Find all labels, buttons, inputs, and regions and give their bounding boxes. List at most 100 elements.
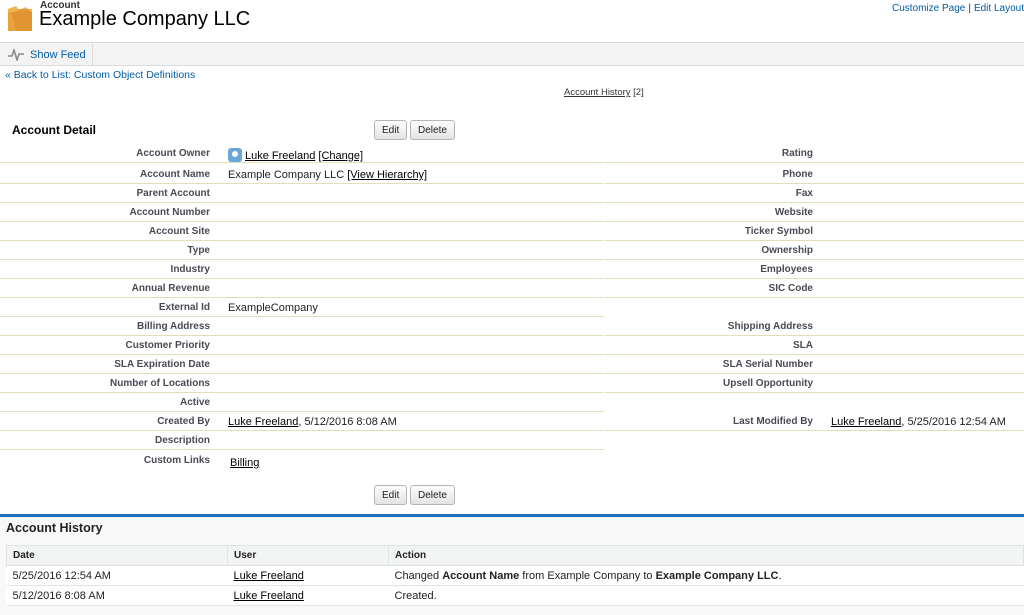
field-label: SLA Expiration Date xyxy=(114,359,210,370)
field-label: Account Owner xyxy=(136,148,210,159)
user-avatar-icon xyxy=(228,148,242,162)
billing-custom-link[interactable]: Billing xyxy=(230,457,259,469)
field-label: Upsell Opportunity xyxy=(723,378,813,389)
field-label: Billing Address xyxy=(137,321,210,332)
change-owner-link[interactable]: [Change] xyxy=(318,150,363,162)
history-action: Created. xyxy=(388,585,1024,606)
action-field-name: Account Name xyxy=(442,569,520,582)
detail-row: Billing Address Shipping Address xyxy=(0,317,1024,336)
column-header-user: User xyxy=(227,545,389,566)
account-name-value: Example Company LLC xyxy=(228,169,345,181)
history-user-link[interactable]: Luke Freeland xyxy=(234,570,304,582)
detail-row: Account Site Ticker Symbol xyxy=(0,222,1024,241)
detail-row: Annual Revenue SIC Code xyxy=(0,279,1024,298)
row-divider xyxy=(0,162,604,163)
detail-row: External Id ExampleCompany xyxy=(0,298,1024,317)
field-label: Industry xyxy=(170,264,210,275)
account-history-table: Date User Action 5/25/2016 12:54 AM Luke… xyxy=(6,545,1024,606)
detail-row: Custom Links Billing xyxy=(0,451,1024,470)
action-text: from Example Company to xyxy=(519,569,656,582)
created-by-user-link[interactable]: Luke Freeland xyxy=(228,416,298,428)
column-header-action: Action xyxy=(388,545,1024,566)
history-user-cell: Luke Freeland xyxy=(227,565,389,586)
field-value-account-name: Example Company LLC [View Hierarchy] xyxy=(228,169,427,181)
top-links: Customize Page | Edit Layout xyxy=(892,3,1024,14)
field-value-account-owner: Luke Freeland [Change] xyxy=(228,148,363,162)
account-history-title: Account History xyxy=(6,521,103,535)
field-label: Shipping Address xyxy=(727,321,813,332)
row-divider xyxy=(605,162,1024,163)
field-label: Ticker Symbol xyxy=(744,226,813,237)
folder-icon xyxy=(8,6,32,31)
detail-section-title: Account Detail xyxy=(12,123,97,137)
detail-row: Customer Priority SLA xyxy=(0,336,1024,355)
field-label: SIC Code xyxy=(768,283,813,294)
field-value-external-id: ExampleCompany xyxy=(228,302,318,314)
detail-row: Account Number Website xyxy=(0,203,1024,222)
record-title: Example Company LLC xyxy=(39,8,251,30)
field-label: Employees xyxy=(760,264,813,275)
account-history-count: [2] xyxy=(633,87,644,98)
field-label: Account Number xyxy=(129,207,210,218)
field-value-custom-links: Billing xyxy=(230,457,259,469)
row-divider xyxy=(0,449,604,450)
detail-header: Account Detail Edit Delete xyxy=(0,118,1024,144)
field-label: Rating xyxy=(781,148,813,159)
delete-button-top[interactable]: Delete xyxy=(410,120,455,140)
field-label: Active xyxy=(179,397,210,408)
history-action: Changed Account Name from Example Compan… xyxy=(388,565,1024,586)
field-label: SLA xyxy=(793,340,813,351)
table-row: 5/12/2016 8:08 AM Luke Freeland Created. xyxy=(6,585,1024,606)
back-to-list-link[interactable]: « Back to List: Custom Object Definition… xyxy=(5,69,195,81)
page-header: Account Example Company LLC Customize Pa… xyxy=(0,0,1024,42)
field-label: Account Site xyxy=(148,226,210,237)
history-date: 5/25/2016 12:54 AM xyxy=(6,565,228,586)
delete-button-bottom[interactable]: Delete xyxy=(410,485,455,505)
top-link-separator: | xyxy=(968,3,971,14)
edit-layout-link[interactable]: Edit Layout xyxy=(974,3,1024,14)
detail-row: Description xyxy=(0,431,1024,450)
detail-row: Account Name Example Company LLC [View H… xyxy=(0,165,1024,184)
field-label: External Id xyxy=(158,302,210,313)
account-owner-link[interactable]: Luke Freeland xyxy=(245,150,315,162)
history-date: 5/12/2016 8:08 AM xyxy=(6,585,228,606)
history-user-cell: Luke Freeland xyxy=(227,585,389,606)
feed-pulse-icon xyxy=(8,48,24,61)
edit-button-bottom[interactable]: Edit xyxy=(374,485,408,505)
field-label: Annual Revenue xyxy=(131,283,210,294)
account-history-link[interactable]: Account History xyxy=(564,87,631,98)
detail-row: Created By Luke Freeland, 5/12/2016 8:08… xyxy=(0,412,1024,431)
column-header-date: Date xyxy=(6,545,228,566)
last-modified-user-link[interactable]: Luke Freeland xyxy=(831,416,901,428)
field-value-created-by: Luke Freeland, 5/12/2016 8:08 AM xyxy=(228,416,397,428)
field-value-last-modified-by: Luke Freeland, 5/25/2016 12:54 AM xyxy=(831,416,1006,428)
detail-row: Industry Employees xyxy=(0,260,1024,279)
feed-bar: Show Feed xyxy=(0,42,1024,66)
action-text: . xyxy=(778,569,782,582)
customize-page-link[interactable]: Customize Page xyxy=(892,3,965,14)
related-list-hover-link[interactable]: Account History [2] xyxy=(564,87,644,98)
field-label: Custom Links xyxy=(143,455,210,466)
show-feed-label: Show Feed xyxy=(30,48,86,61)
action-text: Changed xyxy=(394,569,443,582)
field-label: Last Modified By xyxy=(732,416,813,427)
field-label: Ownership xyxy=(761,245,813,256)
field-label: SLA Serial Number xyxy=(722,359,813,370)
field-label: Customer Priority xyxy=(125,340,210,351)
field-label: Number of Locations xyxy=(109,378,210,389)
show-feed-button[interactable]: Show Feed xyxy=(2,44,93,65)
field-label: Parent Account xyxy=(136,188,210,199)
last-modified-date: , 5/25/2016 12:54 AM xyxy=(901,416,1006,428)
view-hierarchy-link[interactable]: [View Hierarchy] xyxy=(347,169,427,181)
detail-row: Parent Account Fax xyxy=(0,184,1024,203)
action-new-value: Example Company LLC xyxy=(655,569,779,582)
history-user-link[interactable]: Luke Freeland xyxy=(234,590,304,602)
back-to-list-label[interactable]: « Back to List: Custom Object Definition… xyxy=(5,69,195,81)
detail-row: Account Owner Luke Freeland [Change] Rat… xyxy=(0,144,1024,163)
edit-button-top[interactable]: Edit xyxy=(374,120,408,140)
field-label: Created By xyxy=(157,416,210,427)
field-label: Account Name xyxy=(139,169,210,180)
detail-row: Number of Locations Upsell Opportunity xyxy=(0,374,1024,393)
table-row: 5/25/2016 12:54 AM Luke Freeland Changed… xyxy=(6,565,1024,586)
account-history-section: Account History Date User Action 5/25/20… xyxy=(0,514,1024,615)
